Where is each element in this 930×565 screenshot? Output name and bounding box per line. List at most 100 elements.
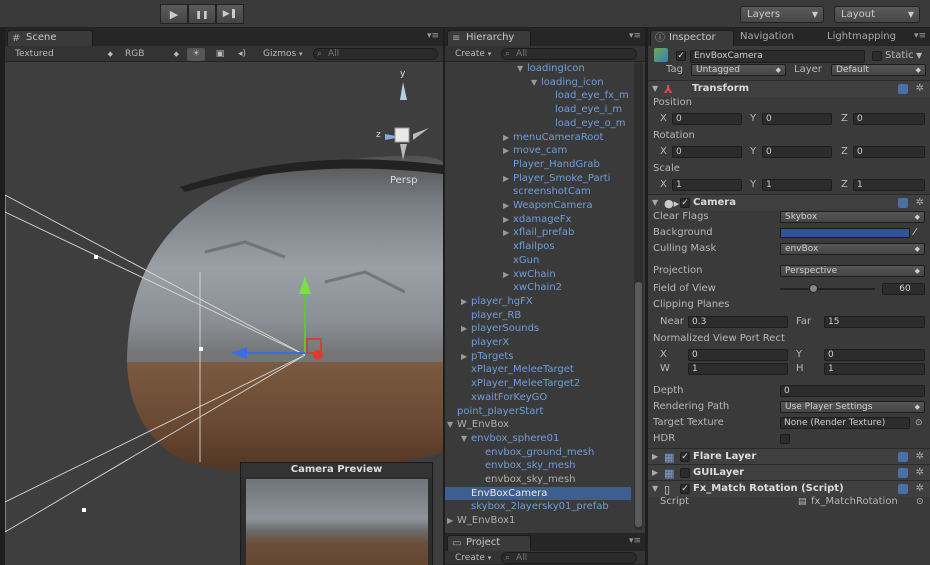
hierarchy-item[interactable]: Player_HandGrab [445,158,631,171]
tab-lightmapping[interactable]: Lightmapping [827,31,896,42]
hierarchy-item[interactable]: ▶ player_hgFX [445,295,631,308]
chevron-right-icon[interactable]: ▶ [447,514,457,527]
near-field[interactable]: 0.3 [688,316,788,328]
play-button[interactable]: ▶ [160,4,188,24]
panel-menu-icon[interactable]: ▾≡ [629,31,641,41]
scale-z-field[interactable]: 1 [853,179,925,191]
tab-navigation[interactable]: Navigation [740,31,794,42]
orientation-gizmo[interactable]: y z [376,69,429,160]
hierarchy-item[interactable]: screenshotCam [445,185,631,198]
chevron-right-icon[interactable]: ▶ [503,268,513,281]
hdr-checkbox[interactable] [780,434,790,444]
position-y-field[interactable]: 0 [762,113,832,125]
hierarchy-item[interactable]: ▼ loadingIcon [445,62,631,75]
hierarchy-item[interactable]: point_playerStart [445,405,631,418]
projection-dropdown[interactable]: Perspective ◆ [780,265,925,277]
hierarchy-item[interactable]: player_RB [445,309,631,322]
chevron-right-icon[interactable]: ▶ [503,144,513,157]
hierarchy-item[interactable]: ▶ pTargets [445,350,631,363]
hierarchy-item[interactable]: xwaitForKeyGO [445,391,631,404]
hierarchy-item[interactable]: ▶ xwChain [445,268,631,281]
shading-mode-dropdown[interactable]: Textured ◆ [15,48,115,61]
culling-mask-dropdown[interactable]: envBox ◆ [780,243,925,255]
chevron-right-icon[interactable]: ▶ [503,226,513,239]
hierarchy-item[interactable]: ▶ xdamageFx [445,213,631,226]
hierarchy-item[interactable]: xGun [445,254,631,267]
help-icon[interactable] [898,468,908,478]
hierarchy-scrollbar[interactable] [634,62,643,530]
gizmos-dropdown[interactable]: Gizmos ▾ [263,48,311,61]
far-field[interactable]: 15 [824,316,925,328]
hierarchy-item[interactable]: skybox_2layersky01_prefab [445,500,631,513]
chevron-right-icon[interactable]: ▶ [461,322,471,335]
project-search-input[interactable]: ⌕ All [501,552,637,564]
tab-scene[interactable]: # Scene [7,30,93,46]
hierarchy-item[interactable]: xPlayer_MeleeTarget [445,363,631,376]
tab-hierarchy[interactable]: ≡ Hierarchy [447,30,531,46]
chevron-right-icon[interactable]: ▶ [461,350,471,363]
hierarchy-item[interactable]: ▶ move_cam [445,144,631,157]
static-checkbox[interactable] [872,51,882,61]
hierarchy-item[interactable]: load_eye_i_m [445,103,631,116]
hierarchy-item[interactable]: xPlayer_MeleeTarget2 [445,377,631,390]
clear-flags-dropdown[interactable]: Skybox ◆ [780,211,925,223]
chevron-right-icon[interactable]: ▶ [503,172,513,185]
eyedropper-icon[interactable]: ⁄ [914,225,916,241]
depth-field[interactable]: 0 [780,385,925,397]
flare-layer-header[interactable]: ▶ ▦ ✓ Flare Layer ✲ [648,448,930,465]
hierarchy-item[interactable]: ▶ W_EnvBox1 [445,514,631,527]
frustum-handle[interactable] [82,508,86,512]
target-texture-field[interactable]: None (Render Texture) [780,417,910,429]
script-value[interactable]: fx_MatchRotation [811,494,898,510]
tag-dropdown[interactable]: Untagged ◆ [691,64,786,76]
background-color-swatch[interactable] [780,228,910,238]
hierarchy-item[interactable]: xwChain2 [445,281,631,294]
step-button[interactable]: ▶❚ [216,4,244,24]
hierarchy-item[interactable]: load_eye_o_m [445,117,631,130]
rotation-z-field[interactable]: 0 [853,146,925,158]
layer-dropdown[interactable]: Default ◆ [831,64,926,76]
fov-field[interactable]: 60 [882,283,925,295]
hierarchy-item[interactable]: envbox_ground_mesh [445,446,631,459]
hierarchy-item[interactable]: ▶ playerSounds [445,322,631,335]
active-checkbox[interactable]: ✓ [676,51,686,61]
render-mode-dropdown[interactable]: RGB ◆ [125,48,181,61]
help-icon[interactable] [898,198,908,208]
gui-layer-header[interactable]: ▶ ▦ GUILayer ✲ [648,464,930,481]
hierarchy-item[interactable]: load_eye_fx_m [445,89,631,102]
rendering-path-dropdown[interactable]: Use Player Settings ◆ [780,401,925,413]
gear-icon[interactable]: ✲ [916,465,924,481]
tab-project[interactable]: ▭ Project [447,535,531,551]
position-z-field[interactable]: 0 [853,113,925,125]
vp-y-field[interactable]: 0 [824,349,925,361]
hierarchy-item[interactable]: xflailpos [445,240,631,253]
lighting-toggle-icon[interactable]: ☀ [187,48,205,61]
object-picker-icon[interactable]: ⊙ [916,494,924,510]
panel-menu-icon[interactable]: ▾≡ [914,31,926,41]
chevron-down-icon[interactable]: ▼ [461,432,471,445]
position-x-field[interactable]: 0 [672,113,742,125]
vp-w-field[interactable]: 1 [688,363,788,375]
scene-search-input[interactable]: ⌕ All [313,48,438,60]
audio-toggle-icon[interactable]: ◂) [233,48,251,61]
vp-h-field[interactable]: 1 [824,363,925,375]
hierarchy-item[interactable]: ▶ menuCameraRoot [445,131,631,144]
hierarchy-item[interactable]: EnvBoxCamera [445,486,631,500]
chevron-right-icon[interactable]: ▶ [503,199,513,212]
fov-slider-track[interactable] [780,288,875,290]
chevron-right-icon[interactable]: ▶ [503,213,513,226]
panel-menu-icon[interactable]: ▾≡ [427,31,439,41]
flare-layer-checkbox[interactable]: ✓ [680,452,690,462]
frustum-handle[interactable] [94,255,98,259]
scene-viewport[interactable]: y z Persp Camera Preview [5,62,443,565]
hierarchy-item[interactable]: ▶ xflail_prefab [445,226,631,239]
panel-menu-icon[interactable]: ▾≡ [629,536,641,546]
hierarchy-item[interactable]: ▶ Player_Smoke_Parti [445,172,631,185]
layers-dropdown[interactable]: Layers ▼ [740,6,824,23]
hierarchy-item[interactable]: ▶ WeaponCamera [445,199,631,212]
gear-icon[interactable]: ✲ [916,449,924,465]
hierarchy-item[interactable]: envbox_sky_mesh [445,459,631,472]
project-create-dropdown[interactable]: Create ▾ [455,552,495,565]
chevron-down-icon[interactable]: ▼ [531,76,541,89]
hierarchy-item[interactable]: ▼ W_EnvBox [445,418,631,431]
